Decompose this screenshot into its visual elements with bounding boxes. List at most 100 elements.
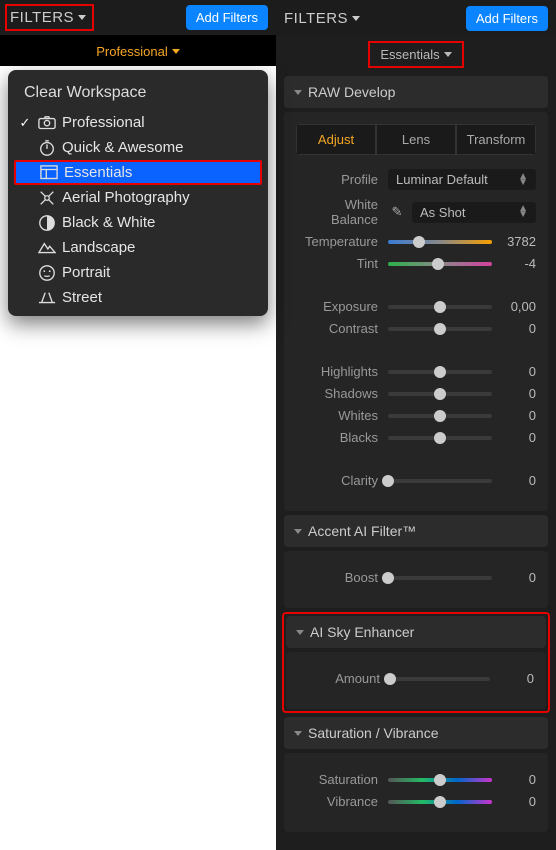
- updown-icon: ▲▼: [518, 206, 528, 218]
- filters-dropdown-toggle[interactable]: FILTERS: [284, 10, 360, 27]
- profile-label: Profile: [296, 172, 388, 187]
- clarity-value: 0: [500, 473, 536, 488]
- mountain-icon: [38, 240, 56, 256]
- section-accent-ai-body: Boost0: [284, 551, 548, 608]
- raw-tabs: Adjust Lens Transform: [296, 124, 536, 155]
- section-sky-enhancer-body: Amount0: [286, 652, 546, 709]
- clarity-slider[interactable]: [388, 479, 492, 483]
- highlights-label: Highlights: [296, 364, 388, 379]
- annotated-sky-enhancer: AI Sky Enhancer Amount0: [282, 612, 550, 713]
- amount-value: 0: [498, 671, 534, 686]
- filters-dropdown-toggle[interactable]: FILTERS: [5, 4, 94, 31]
- saturation-value: 0: [500, 772, 536, 787]
- whites-label: Whites: [296, 408, 388, 423]
- tab-lens[interactable]: Lens: [376, 124, 456, 155]
- contrast-value: 0: [500, 321, 536, 336]
- section-title: Saturation / Vibrance: [308, 725, 439, 741]
- filters-label: FILTERS: [284, 10, 348, 27]
- workspace-item-aerial-photography[interactable]: Aerial Photography: [8, 185, 268, 210]
- eyedropper-icon[interactable]: ✎: [388, 203, 406, 221]
- collapse-icon: [294, 90, 302, 95]
- shadows-label: Shadows: [296, 386, 388, 401]
- clarity-label: Clarity: [296, 473, 388, 488]
- section-title: RAW Develop: [308, 84, 395, 100]
- temperature-value: 3782: [500, 234, 536, 249]
- vibrance-value: 0: [500, 794, 536, 809]
- profile-select[interactable]: Luminar Default▲▼: [388, 169, 536, 190]
- collapse-icon: [294, 731, 302, 736]
- tab-transform[interactable]: Transform: [456, 124, 536, 155]
- shadows-value: 0: [500, 386, 536, 401]
- right-panel: FILTERS Add Filters Essentials RAW Devel…: [276, 0, 556, 850]
- section-sky-enhancer-header[interactable]: AI Sky Enhancer: [286, 616, 546, 648]
- blacks-label: Blacks: [296, 430, 388, 445]
- workspace-item-landscape[interactable]: Landscape: [8, 235, 268, 260]
- saturation-label: Saturation: [296, 772, 388, 787]
- workspace-item-label: Portrait: [62, 264, 110, 281]
- exposure-value: 0,00: [500, 299, 536, 314]
- add-filters-button[interactable]: Add Filters: [186, 5, 268, 30]
- contrast-icon: [38, 215, 56, 231]
- chevron-down-icon: [78, 15, 86, 20]
- chevron-down-icon: [444, 52, 452, 57]
- workspace-item-label: Black & White: [62, 214, 155, 231]
- white-balance-select[interactable]: As Shot▲▼: [412, 202, 536, 223]
- workspace-item-professional[interactable]: ✓Professional: [8, 110, 268, 135]
- exposure-label: Exposure: [296, 299, 388, 314]
- section-accent-ai-header[interactable]: Accent AI Filter™: [284, 515, 548, 547]
- workspace-item-quick-awesome[interactable]: Quick & Awesome: [8, 135, 268, 160]
- workspace-item-label: Street: [62, 289, 102, 306]
- collapse-icon: [296, 630, 304, 635]
- workspace-item-label: Aerial Photography: [62, 189, 190, 206]
- workspace-indicator[interactable]: Professional: [0, 36, 276, 66]
- workspace-item-label: Landscape: [62, 239, 135, 256]
- section-title: Accent AI Filter™: [308, 523, 416, 539]
- temperature-slider[interactable]: [388, 240, 492, 244]
- workspace-item-label: Quick & Awesome: [62, 139, 183, 156]
- tint-slider[interactable]: [388, 262, 492, 266]
- workspace-item-portrait[interactable]: Portrait: [8, 260, 268, 285]
- left-panel: FILTERS Add Filters Professional Clear W…: [0, 0, 276, 850]
- highlights-slider[interactable]: [388, 370, 492, 374]
- whites-slider[interactable]: [388, 414, 492, 418]
- blacks-value: 0: [500, 430, 536, 445]
- vibrance-slider[interactable]: [388, 800, 492, 804]
- filters-label: FILTERS: [10, 9, 74, 26]
- workspace-item-street[interactable]: Street: [8, 285, 268, 310]
- left-header: FILTERS Add Filters: [0, 0, 276, 36]
- whites-value: 0: [500, 408, 536, 423]
- face-icon: [38, 265, 56, 281]
- camera-icon: [38, 115, 56, 131]
- white-balance-label: White Balance: [296, 197, 388, 227]
- tab-adjust[interactable]: Adjust: [296, 124, 376, 155]
- timer-icon: [38, 140, 56, 156]
- chevron-down-icon: [352, 16, 360, 21]
- add-filters-button[interactable]: Add Filters: [466, 6, 548, 31]
- workspace-item-label: Professional: [62, 114, 145, 131]
- amount-slider[interactable]: [390, 677, 490, 681]
- temperature-label: Temperature: [296, 234, 388, 249]
- saturation-slider[interactable]: [388, 778, 492, 782]
- workspace-label: Professional: [96, 44, 168, 59]
- contrast-slider[interactable]: [388, 327, 492, 331]
- layout-icon: [40, 165, 58, 181]
- boost-slider[interactable]: [388, 576, 492, 580]
- workspace-item-essentials[interactable]: Essentials: [14, 160, 262, 185]
- blacks-slider[interactable]: [388, 436, 492, 440]
- workspace-toggle[interactable]: Essentials: [368, 41, 463, 68]
- drone-icon: [38, 190, 56, 206]
- contrast-label: Contrast: [296, 321, 388, 336]
- workspace-dropdown: Clear Workspace ✓Professional Quick & Awe…: [8, 70, 268, 316]
- section-raw-develop-header[interactable]: RAW Develop: [284, 76, 548, 108]
- tint-label: Tint: [296, 256, 388, 271]
- exposure-slider[interactable]: [388, 305, 492, 309]
- shadows-slider[interactable]: [388, 392, 492, 396]
- collapse-icon: [294, 529, 302, 534]
- workspace-item-black-white[interactable]: Black & White: [8, 210, 268, 235]
- highlights-value: 0: [500, 364, 536, 379]
- workspace-label: Essentials: [380, 47, 439, 62]
- clear-workspace[interactable]: Clear Workspace: [8, 76, 268, 110]
- boost-value: 0: [500, 570, 536, 585]
- workspace-item-label: Essentials: [64, 164, 132, 181]
- section-saturation-header[interactable]: Saturation / Vibrance: [284, 717, 548, 749]
